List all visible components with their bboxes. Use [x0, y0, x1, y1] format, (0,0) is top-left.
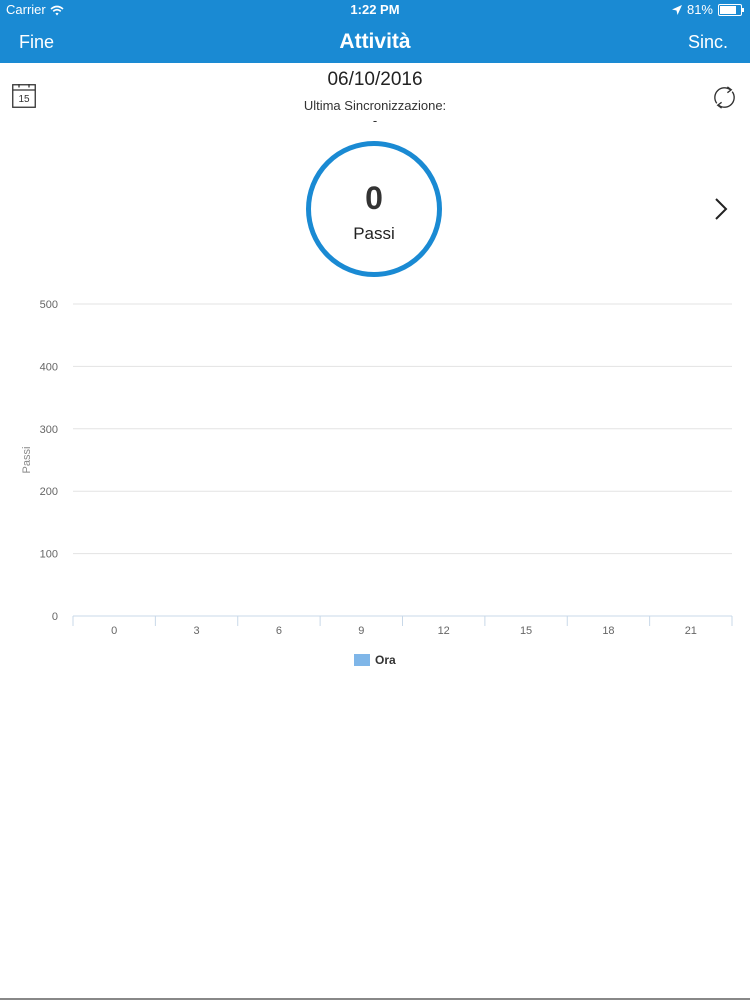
- last-sync-label: Ultima Sincronizzazione:: [303, 98, 447, 113]
- y-tick-label: 400: [40, 361, 58, 373]
- battery-fill: [720, 6, 737, 14]
- x-tick-label: 9: [358, 625, 364, 637]
- chevron-right-icon[interactable]: [713, 197, 729, 221]
- status-right: 81%: [671, 2, 744, 18]
- legend-swatch: [354, 654, 370, 666]
- x-tick-label: 15: [520, 625, 532, 637]
- battery-cap: [742, 8, 744, 12]
- battery-percent: 81%: [686, 2, 713, 17]
- x-tick-label: 18: [602, 625, 614, 637]
- header: Carrier 1:22 PM 81% Fine Attività Sinc.: [0, 0, 750, 63]
- legend-label: Ora: [375, 653, 396, 667]
- battery-icon: [718, 4, 744, 16]
- y-axis-label: Passi: [21, 447, 33, 474]
- y-tick-label: 0: [52, 611, 58, 623]
- date-label: 06/10/2016: [327, 69, 423, 90]
- location-arrow-icon: [671, 5, 682, 15]
- x-tick-label: 3: [194, 625, 200, 637]
- last-sync-value: -: [372, 113, 378, 128]
- steps-label: Passi: [353, 224, 395, 243]
- y-tick-label: 300: [40, 424, 58, 436]
- status-time: 1:22 PM: [350, 2, 400, 17]
- sync-button[interactable]: Sinc.: [688, 32, 728, 53]
- x-tick-label: 6: [276, 625, 282, 637]
- steps-value: 0: [365, 180, 383, 216]
- y-tick-label: 100: [40, 549, 58, 561]
- x-tick-label: 0: [111, 625, 117, 637]
- steps-chart: 0 100 200 300 400 500 0 3 6 9 12 15 18 21 Passi Ora: [21, 299, 733, 667]
- y-tick-label: 200: [40, 486, 58, 498]
- x-tick-label: 12: [438, 625, 450, 637]
- refresh-icon[interactable]: [710, 83, 739, 112]
- x-tick-label: 21: [685, 625, 697, 637]
- page-title: Attività: [339, 30, 411, 53]
- y-tick-label: 500: [40, 299, 58, 311]
